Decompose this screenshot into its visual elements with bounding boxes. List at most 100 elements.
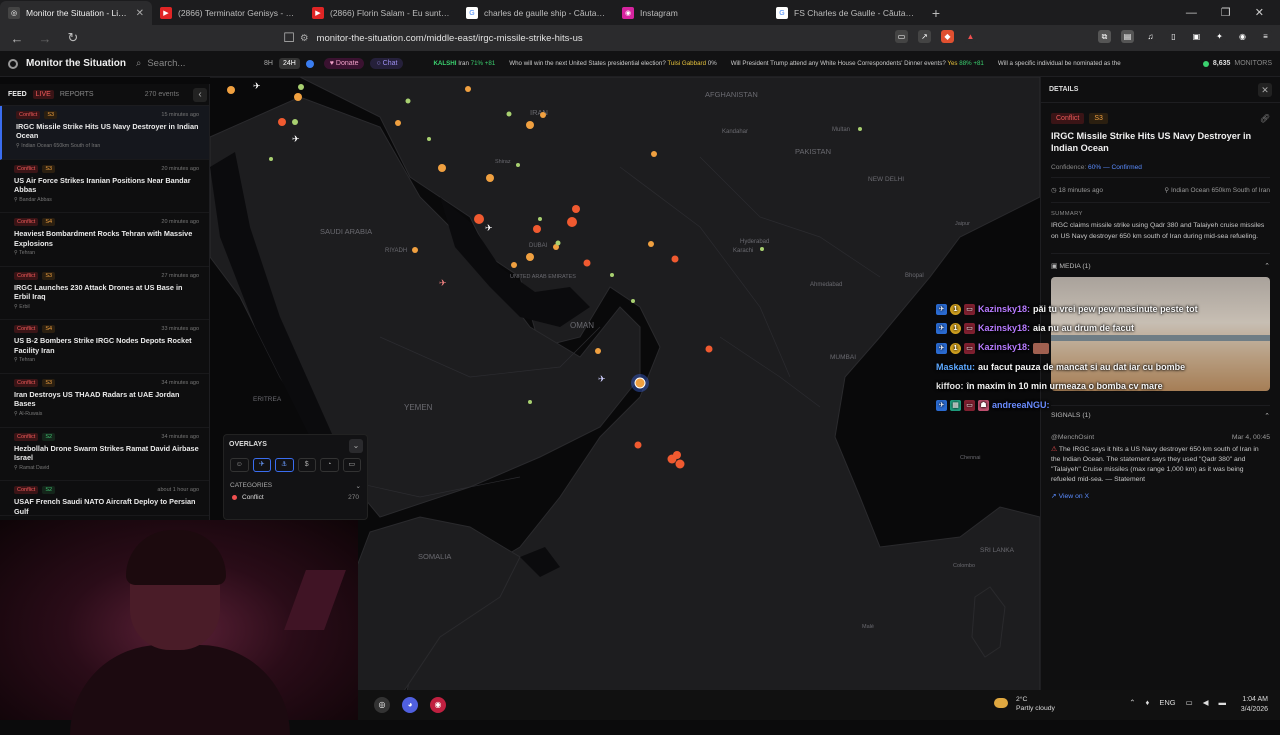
category-badge: Conflict: [14, 271, 39, 280]
brave-shield-icon[interactable]: ◆: [941, 30, 954, 43]
youtube-icon: ▶: [160, 7, 172, 19]
donate-button[interactable]: ♥ Donate: [323, 58, 365, 69]
chat-button[interactable]: ○ Chat: [370, 58, 404, 69]
feed-item[interactable]: Conflict S3 15 minutes ago IRGC Missile St…: [0, 106, 209, 160]
severity-badge: S4: [42, 325, 56, 334]
time-option-24h[interactable]: 24H: [278, 58, 300, 69]
wallet-icon[interactable]: ▣: [1190, 30, 1203, 43]
restore-icon[interactable]: ❐: [1221, 6, 1231, 19]
close-icon[interactable]: ✕: [1258, 82, 1272, 97]
time-option-8h[interactable]: 8H: [264, 60, 273, 67]
category-badge: Conflict: [14, 432, 39, 441]
browser-tab-4[interactable]: ◉ Instagram: [614, 1, 768, 25]
battery-icon[interactable]: ▬: [1219, 698, 1227, 707]
browser-tab-5[interactable]: G FS Charles de Gaulle - Căutare Googl: [768, 1, 924, 25]
summary-text: IRGC claims missile strike using Qadr 38…: [1051, 221, 1270, 254]
link-icon[interactable]: 🔗︎: [1260, 114, 1270, 123]
app-icon[interactable]: ◉: [430, 697, 446, 713]
browser-tab-0[interactable]: ◎ Monitor the Situation - Live Glo ✕: [0, 1, 152, 25]
event-marker: [526, 121, 534, 129]
chat-user[interactable]: Kazinsky18:: [978, 300, 1030, 319]
app-name: Monitor the Situation: [26, 58, 126, 69]
chat-user[interactable]: andreeaNGU:: [992, 396, 1050, 415]
feed-item[interactable]: Conflict S3 20 minutes ago US Air Force St…: [0, 160, 209, 214]
tab-reports[interactable]: REPORTS: [60, 91, 94, 98]
item-location: Bandar Abbas: [19, 196, 52, 203]
forward-icon[interactable]: →: [36, 31, 54, 46]
tab-label: Monitor the Situation - Live Glo: [26, 8, 130, 18]
search-placeholder: Search...: [147, 58, 186, 69]
minimize-icon[interactable]: —: [1186, 7, 1197, 19]
event-marker: [533, 225, 541, 233]
categories-header[interactable]: CATEGORIES ⌄: [224, 476, 367, 492]
aircraft-overlay-icon[interactable]: ✈: [252, 458, 271, 472]
ship-overlay-icon[interactable]: ⚓: [275, 458, 294, 472]
vpn-icon[interactable]: ◉: [1236, 30, 1249, 43]
search-input[interactable]: ⌕ Search...: [136, 58, 246, 69]
feed-item[interactable]: Conflict S3 34 minutes ago Iran Destroys U…: [0, 374, 209, 428]
signal-overlay-icon[interactable]: ◔: [320, 458, 339, 472]
app-icon[interactable]: ◎: [374, 697, 390, 713]
brand[interactable]: Monitor the Situation: [0, 58, 130, 69]
bookmark-icon[interactable]: ☐: [280, 30, 298, 46]
reader-icon[interactable]: ▤: [1121, 30, 1134, 43]
ticker-item[interactable]: KALSHI Iran 71% +81: [433, 60, 495, 67]
chat-user[interactable]: Maskatu:: [936, 358, 975, 377]
finance-overlay-icon[interactable]: $: [297, 458, 316, 472]
ticker-item[interactable]: Will a specific individual be nominated …: [998, 60, 1121, 67]
site-info-icon[interactable]: ⚙: [300, 33, 309, 44]
view-on-x-link[interactable]: ↗ View on X: [1051, 492, 1270, 500]
ticker-item[interactable]: Will President Trump attend any White Ho…: [731, 60, 984, 67]
item-time: 34 minutes ago: [161, 433, 199, 440]
category-row[interactable]: Conflict 270: [224, 492, 367, 503]
collapse-feed-button[interactable]: ‹: [193, 88, 207, 102]
new-tab-button[interactable]: +: [924, 5, 948, 25]
discord-icon[interactable]: ◕: [402, 697, 418, 713]
back-icon[interactable]: ←: [8, 31, 26, 46]
clock[interactable]: 1:04 AM 3/4/2026: [1241, 695, 1268, 715]
close-tab-icon[interactable]: ✕: [136, 8, 144, 19]
microphone-icon[interactable]: ♦: [1146, 698, 1150, 707]
tab-feed[interactable]: FEED: [8, 91, 27, 98]
close-window-icon[interactable]: ✕: [1255, 6, 1264, 19]
share-icon[interactable]: ↗: [918, 30, 931, 43]
reload-icon[interactable]: ↻: [64, 30, 82, 46]
url-field[interactable]: ⚙ monitor-the-situation.com/middle-east/…: [300, 28, 980, 48]
chevron-down-icon[interactable]: ⌄: [349, 439, 363, 453]
volume-icon[interactable]: ◀: [1203, 698, 1209, 707]
browser-tab-2[interactable]: ▶ (2866) Florin Salam - Eu sunt bomba: [304, 1, 458, 25]
people-overlay-icon[interactable]: ☺: [230, 458, 249, 472]
badge-icon: ✈: [936, 304, 947, 316]
menu-icon[interactable]: ≡: [1259, 30, 1272, 43]
media-header[interactable]: ▣ MEDIA (1) ⌃: [1051, 262, 1270, 270]
camera-overlay-icon[interactable]: ▭: [342, 458, 361, 472]
item-title: US B-2 Bombers Strike IRGC Nodes Depots …: [14, 336, 192, 355]
weather-widget[interactable]: 2°C Partly cloudy: [994, 696, 1055, 714]
browser-tab-1[interactable]: ▶ (2866) Terminator Genisys - Nuke Sc: [152, 1, 304, 25]
display-icon[interactable]: ▭: [1186, 698, 1193, 707]
chat-user[interactable]: Kazinsky18:: [978, 319, 1030, 338]
event-marker: [648, 241, 654, 247]
map-label: Bhopal: [905, 273, 924, 279]
ticker-item[interactable]: Who will win the next United States pres…: [509, 60, 716, 67]
sidebar-icon[interactable]: ▯: [1167, 30, 1180, 43]
category-badge: Conflict: [14, 218, 39, 227]
feed-item[interactable]: Conflict S3 27 minutes ago IRGC Launches 2…: [0, 267, 209, 321]
screen-icon[interactable]: ▭: [895, 30, 908, 43]
browser-tab-3[interactable]: G charles de gaulle ship - Căutare Goog: [458, 1, 614, 25]
music-icon[interactable]: ♫: [1144, 30, 1157, 43]
chevron-up-icon[interactable]: ⌃: [1129, 698, 1135, 707]
feed-item[interactable]: Conflict S4 20 minutes ago Heaviest Bombar…: [0, 213, 209, 267]
event-marker: [465, 86, 471, 92]
rewards-icon[interactable]: ▲: [964, 30, 977, 43]
event-marker: [298, 84, 304, 90]
tab-live[interactable]: LIVE: [32, 90, 54, 99]
chat-user[interactable]: Kazinsky18:: [978, 338, 1030, 357]
language-indicator[interactable]: ENG: [1159, 698, 1175, 707]
feed-item[interactable]: Conflict S4 33 minutes ago US B-2 Bombers …: [0, 320, 209, 374]
chat-user[interactable]: kiffoo:: [936, 377, 964, 396]
extensions-icon[interactable]: ⧉: [1098, 30, 1111, 43]
ai-icon[interactable]: ✦: [1213, 30, 1226, 43]
feed-item[interactable]: Conflict S2 about 1 hour ago USAF French S…: [0, 481, 209, 517]
feed-item[interactable]: Conflict S2 34 minutes ago Hezbollah Drone…: [0, 428, 209, 482]
